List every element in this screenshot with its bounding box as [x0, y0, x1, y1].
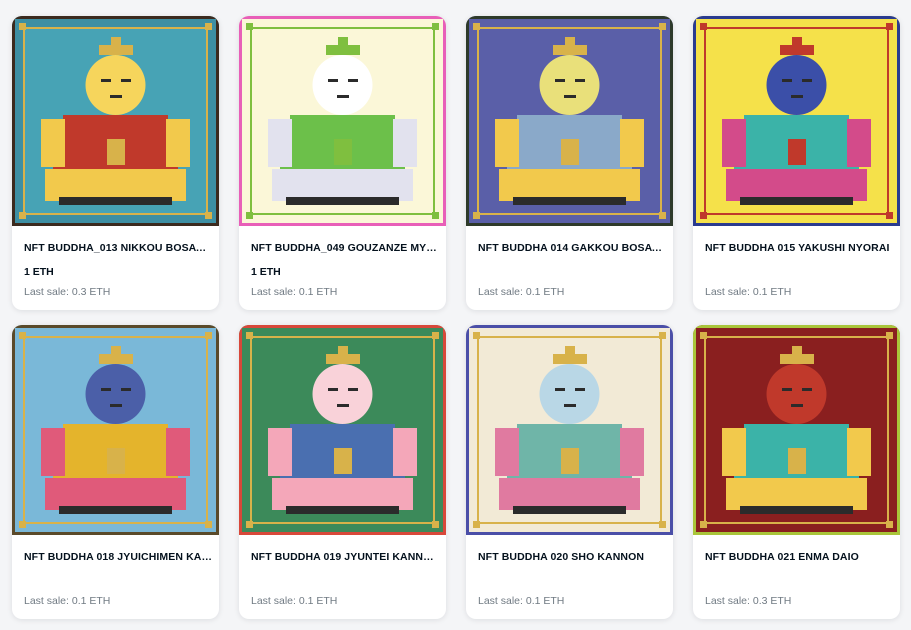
nft-last-sale: Last sale: 0.3 ETH [705, 595, 792, 607]
nft-last-sale: Last sale: 0.1 ETH [251, 286, 338, 298]
buddha-art-icon [41, 37, 190, 205]
nft-card[interactable]: NFT BUDDHA 018 JYUICHIMEN KANNON Last sa… [12, 325, 219, 619]
nft-card[interactable]: NFT BUDDHA_013 NIKKOU BOSATSU 1 ETH Last… [12, 16, 219, 310]
nft-price: 1 ETH [251, 266, 281, 278]
nft-grid: NFT BUDDHA_013 NIKKOU BOSATSU 1 ETH Last… [0, 0, 911, 630]
nft-last-sale: Last sale: 0.1 ETH [478, 595, 565, 607]
nft-last-sale: Last sale: 0.3 ETH [24, 286, 111, 298]
nft-price: 1 ETH [24, 266, 54, 278]
buddha-art-icon [495, 37, 644, 205]
nft-artwork[interactable] [693, 325, 900, 535]
buddha-art-icon [41, 346, 190, 514]
nft-title[interactable]: NFT BUDDHA 014 GAKKOU BOSATSU [478, 242, 666, 254]
nft-title[interactable]: NFT BUDDHA 019 JYUNTEI KANNON [251, 551, 439, 563]
nft-card[interactable]: NFT BUDDHA 021 ENMA DAIO Last sale: 0.3 … [693, 325, 900, 619]
buddha-art-icon [268, 346, 417, 514]
nft-last-sale: Last sale: 0.1 ETH [478, 286, 565, 298]
nft-title[interactable]: NFT BUDDHA 020 SHO KANNON [478, 551, 666, 563]
nft-artwork[interactable] [466, 325, 673, 535]
nft-card[interactable]: NFT BUDDHA_049 GOUZANZE MYOU-OU 1 ETH La… [239, 16, 446, 310]
buddha-art-icon [495, 346, 644, 514]
nft-title[interactable]: NFT BUDDHA 021 ENMA DAIO [705, 551, 893, 563]
nft-last-sale: Last sale: 0.1 ETH [251, 595, 338, 607]
nft-artwork[interactable] [239, 325, 446, 535]
nft-title[interactable]: NFT BUDDHA 015 YAKUSHI NYORAI [705, 242, 893, 254]
nft-title[interactable]: NFT BUDDHA_013 NIKKOU BOSATSU [24, 242, 212, 254]
nft-last-sale: Last sale: 0.1 ETH [24, 595, 111, 607]
nft-artwork[interactable] [693, 16, 900, 226]
nft-artwork[interactable] [466, 16, 673, 226]
nft-title[interactable]: NFT BUDDHA 018 JYUICHIMEN KANNON [24, 551, 212, 563]
buddha-art-icon [722, 37, 871, 205]
nft-card[interactable]: NFT BUDDHA 019 JYUNTEI KANNON Last sale:… [239, 325, 446, 619]
nft-card[interactable]: NFT BUDDHA 015 YAKUSHI NYORAI Last sale:… [693, 16, 900, 310]
nft-last-sale: Last sale: 0.1 ETH [705, 286, 792, 298]
nft-card[interactable]: NFT BUDDHA 020 SHO KANNON Last sale: 0.1… [466, 325, 673, 619]
nft-artwork[interactable] [12, 16, 219, 226]
nft-artwork[interactable] [12, 325, 219, 535]
nft-card[interactable]: NFT BUDDHA 014 GAKKOU BOSATSU Last sale:… [466, 16, 673, 310]
buddha-art-icon [722, 346, 871, 514]
buddha-art-icon [268, 37, 417, 205]
nft-artwork[interactable] [239, 16, 446, 226]
nft-title[interactable]: NFT BUDDHA_049 GOUZANZE MYOU-OU [251, 242, 439, 254]
